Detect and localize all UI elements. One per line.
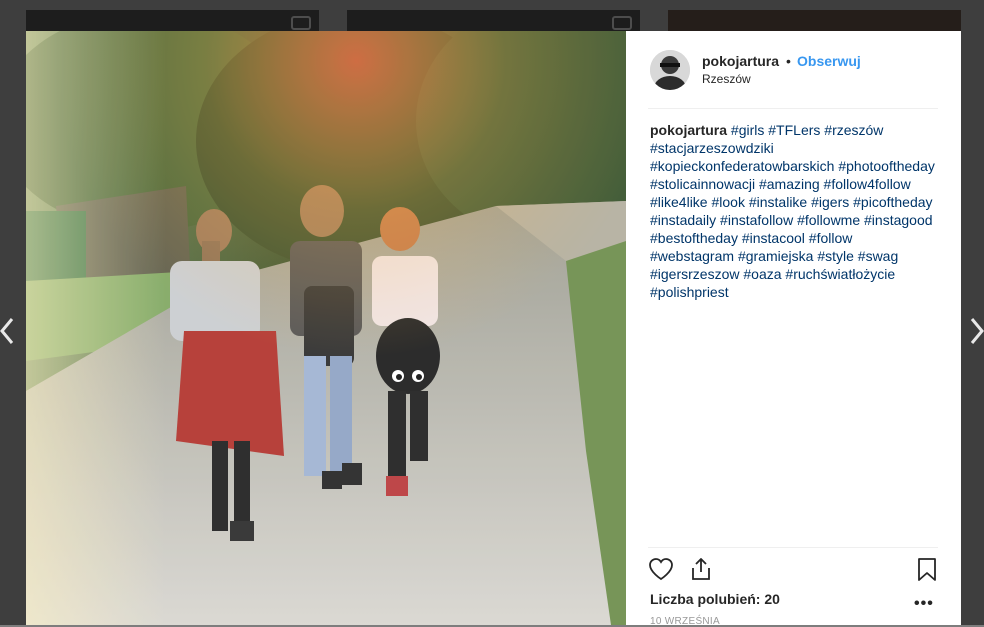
hashtag-link[interactable]: #igersrzeszow bbox=[650, 266, 739, 282]
post-modal: pokojartura • Obserwuj Rzeszów pokojartu… bbox=[26, 31, 961, 627]
hashtag-list: #girls #TFLers #rzeszów #stacjarzeszowdz… bbox=[650, 122, 935, 300]
post-date[interactable]: 10 WRZEŚNIA bbox=[650, 616, 720, 627]
divider bbox=[648, 547, 938, 548]
post-side-panel: pokojartura • Obserwuj Rzeszów pokojartu… bbox=[626, 31, 961, 627]
hashtag-link[interactable]: #follow4follow bbox=[824, 176, 911, 192]
hashtag-link[interactable]: #polishpriest bbox=[650, 284, 729, 300]
hashtag-link[interactable]: #followme bbox=[797, 212, 860, 228]
chevron-left-icon bbox=[0, 318, 14, 344]
hashtag-link[interactable]: #style bbox=[817, 248, 854, 264]
hashtag-link[interactable]: #oaza bbox=[743, 266, 781, 282]
follow-button[interactable]: Obserwuj bbox=[797, 53, 861, 69]
hashtag-link[interactable]: #like4like bbox=[650, 194, 708, 210]
hashtag-link[interactable]: #swag bbox=[858, 248, 898, 264]
background-thumbnail[interactable] bbox=[668, 10, 961, 31]
heart-outline-icon bbox=[649, 558, 673, 581]
hashtag-link[interactable]: #ruchświatłożycie bbox=[785, 266, 895, 282]
hashtag-link[interactable]: #stacjarzeszowdziki bbox=[650, 140, 774, 156]
hashtag-link[interactable]: #igers bbox=[811, 194, 849, 210]
hashtag-link[interactable]: #girls bbox=[731, 122, 764, 138]
hashtag-link[interactable]: #rzeszów bbox=[824, 122, 883, 138]
background-thumbnail[interactable] bbox=[347, 10, 640, 31]
carousel-icon bbox=[612, 16, 632, 30]
hashtag-link[interactable]: #amazing bbox=[759, 176, 820, 192]
location-link[interactable]: Rzeszów bbox=[702, 72, 751, 86]
post-header: pokojartura • Obserwuj Rzeszów bbox=[626, 31, 961, 108]
hashtag-link[interactable]: #instadaily bbox=[650, 212, 716, 228]
hashtag-link[interactable]: #instalike bbox=[749, 194, 807, 210]
save-button[interactable] bbox=[917, 557, 937, 587]
hashtag-link[interactable]: #follow bbox=[809, 230, 853, 246]
avatar-image bbox=[650, 50, 690, 90]
separator-dot: • bbox=[786, 53, 791, 69]
hashtag-link[interactable]: #instagood bbox=[864, 212, 933, 228]
hashtag-link[interactable]: #kopieckonfederatowbarskich bbox=[650, 158, 834, 174]
hashtag-link[interactable]: #photooftheday bbox=[838, 158, 935, 174]
hashtag-link[interactable]: #bestoftheday bbox=[650, 230, 738, 246]
hashtag-link[interactable]: #instafollow bbox=[720, 212, 793, 228]
share-upload-icon bbox=[692, 558, 710, 580]
hashtag-link[interactable]: #picoftheday bbox=[853, 194, 932, 210]
hashtag-link[interactable]: #stolicainnowacji bbox=[650, 176, 755, 192]
like-button[interactable] bbox=[648, 557, 674, 586]
caption-author-link[interactable]: pokojartura bbox=[650, 122, 727, 138]
hashtag-link[interactable]: #instacool bbox=[742, 230, 805, 246]
photo-illustration bbox=[26, 31, 626, 625]
background-thumbnail[interactable] bbox=[26, 10, 319, 31]
divider bbox=[648, 108, 938, 109]
bookmark-icon bbox=[918, 558, 936, 581]
post-photo[interactable] bbox=[26, 31, 626, 625]
likes-count[interactable]: Liczba polubień: 20 bbox=[650, 591, 780, 607]
avatar[interactable] bbox=[650, 50, 690, 90]
next-post-button[interactable] bbox=[970, 316, 984, 346]
chevron-right-icon bbox=[970, 318, 984, 344]
previous-post-button[interactable] bbox=[0, 316, 14, 346]
hashtag-link[interactable]: #webstagram bbox=[650, 248, 734, 264]
hashtag-link[interactable]: #TFLers bbox=[768, 122, 820, 138]
more-options-button[interactable]: ••• bbox=[914, 595, 934, 613]
share-button[interactable] bbox=[689, 557, 713, 586]
post-caption: pokojartura #girls #TFLers #rzeszów #sta… bbox=[650, 121, 940, 301]
hashtag-link[interactable]: #gramiejska bbox=[738, 248, 813, 264]
hashtag-link[interactable]: #look bbox=[711, 194, 744, 210]
username-link[interactable]: pokojartura bbox=[702, 53, 779, 69]
carousel-icon bbox=[291, 16, 311, 30]
